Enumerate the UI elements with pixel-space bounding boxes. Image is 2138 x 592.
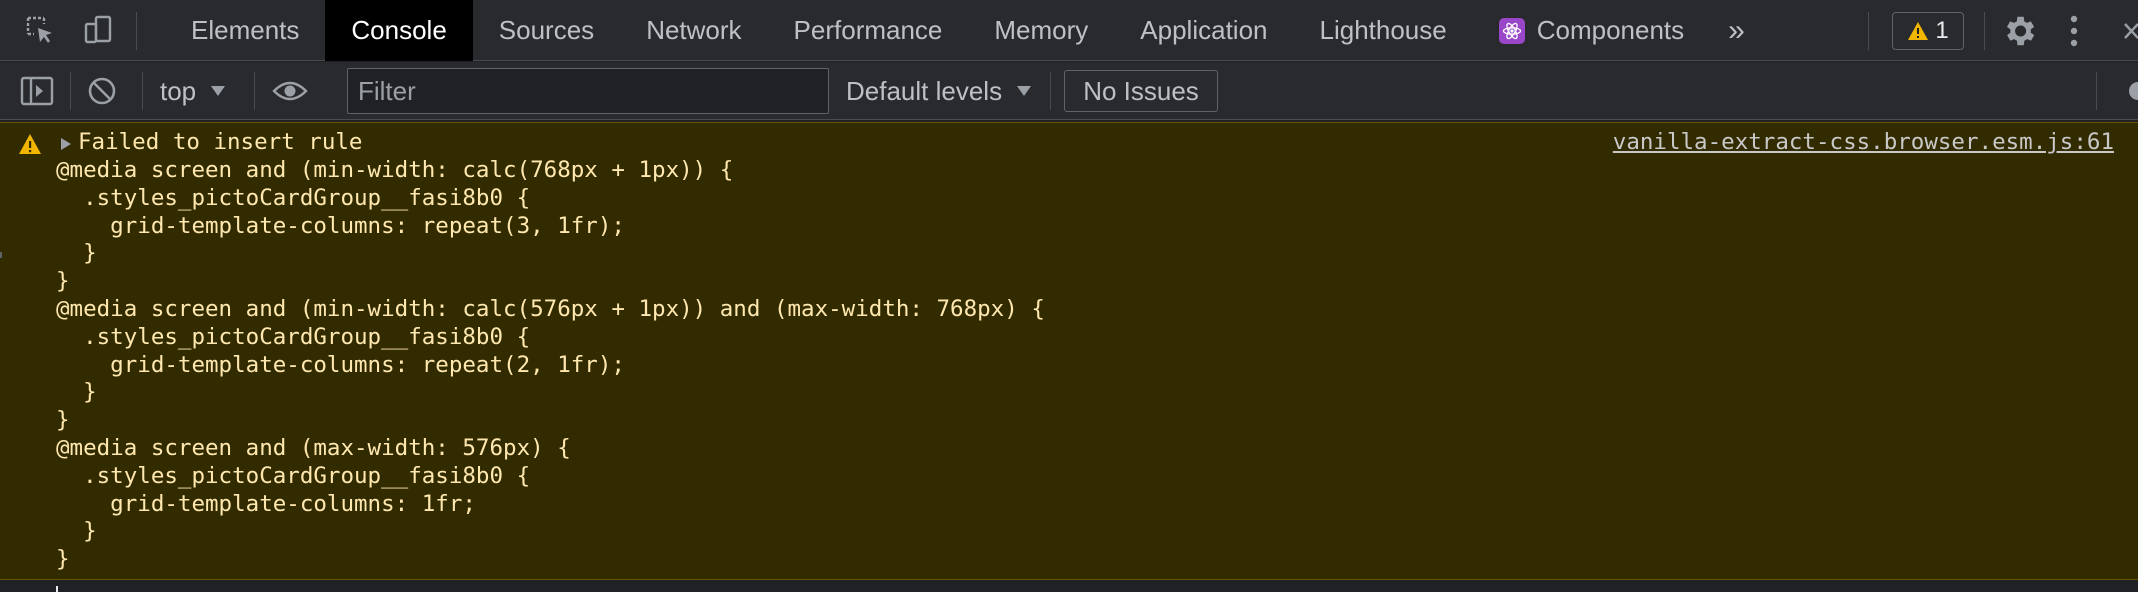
code-line: } — [56, 518, 97, 545]
warnings-counter[interactable]: 1 — [1892, 12, 1964, 50]
toolbar-divider — [136, 12, 137, 50]
source-link[interactable]: vanilla-extract-css.browser.esm.js:61 — [1613, 129, 2114, 155]
more-tabs-button[interactable]: » — [1710, 0, 1763, 61]
console-prompt[interactable] — [0, 580, 2138, 592]
code-line: grid-template-columns: 1fr; — [56, 490, 476, 517]
chevron-down-icon — [1017, 86, 1032, 96]
code-line: @media screen and (min-width: calc(768px… — [56, 157, 734, 183]
issues-button[interactable]: No Issues — [1064, 70, 1218, 112]
warnings-count: 1 — [1935, 17, 1949, 44]
toolbar-divider — [70, 72, 71, 110]
clear-console-icon[interactable] — [86, 75, 118, 107]
settings-gear-icon[interactable] — [2000, 12, 2038, 55]
react-icon — [1498, 17, 1525, 44]
code-line: .styles_pictoCardGroup__fasi8b0 { — [56, 323, 531, 350]
message-code-block: @media screen and (min-width: calc(768px… — [56, 157, 1045, 574]
console-toolbar: top Default levels No Issues — [0, 62, 2138, 120]
toolbar-divider — [142, 72, 143, 110]
code-line: } — [56, 407, 70, 434]
code-line: @media screen and (min-width: calc(576px… — [56, 295, 1045, 322]
log-levels-select[interactable]: Default levels — [846, 62, 1032, 120]
tab-lighthouse[interactable]: Lighthouse — [1294, 0, 1473, 61]
execution-context-select[interactable]: top — [160, 62, 226, 120]
device-toolbar-icon[interactable] — [78, 10, 118, 50]
warning-icon — [1908, 22, 1929, 40]
tab-memory[interactable]: Memory — [968, 0, 1114, 61]
tab-elements[interactable]: Elements — [165, 0, 325, 61]
filter-input[interactable] — [347, 68, 829, 114]
code-line: grid-template-columns: repeat(3, 1fr); — [56, 212, 625, 239]
panel-tabs: Elements Console Sources Network Perform… — [165, 0, 1763, 61]
code-line: .styles_pictoCardGroup__fasi8b0 { — [56, 462, 531, 489]
warning-icon — [18, 133, 42, 160]
toolbar-divider — [1868, 12, 1869, 50]
code-line: grid-template-columns: repeat(2, 1fr); — [56, 351, 625, 378]
tab-components-label: Components — [1536, 15, 1685, 45]
expand-triangle-icon[interactable] — [60, 137, 72, 156]
eye-icon[interactable] — [272, 77, 308, 105]
tab-performance[interactable]: Performance — [768, 0, 969, 61]
toolbar-divider — [1050, 72, 1051, 110]
code-line: } — [56, 240, 97, 267]
code-line: } — [56, 546, 70, 573]
tab-application[interactable]: Application — [1114, 0, 1293, 61]
execution-context-value: top — [160, 75, 197, 106]
close-icon[interactable] — [2124, 14, 2138, 53]
tab-network[interactable]: Network — [620, 0, 767, 61]
sidebar-toggle-icon[interactable] — [20, 75, 54, 107]
toolbar-divider — [1984, 12, 1985, 50]
toolbar-divider — [2096, 72, 2097, 110]
inspect-icon[interactable] — [20, 10, 60, 50]
devtools-tab-bar: Elements Console Sources Network Perform… — [0, 0, 2138, 61]
tab-components[interactable]: Components — [1473, 0, 1710, 61]
message-title: Failed to insert rule — [78, 129, 363, 155]
code-line: @media screen and (max-width: 576px) { — [56, 434, 571, 461]
tab-console[interactable]: Console — [325, 0, 473, 61]
tab-sources[interactable]: Sources — [473, 0, 620, 61]
prompt-caret — [56, 586, 58, 592]
toolbar-divider — [254, 72, 255, 110]
chevron-down-icon — [211, 86, 226, 96]
console-settings-icon[interactable] — [2122, 76, 2138, 106]
more-vertical-icon[interactable] — [2068, 12, 2080, 55]
code-line: .styles_pictoCardGroup__fasi8b0 { — [56, 184, 531, 211]
log-levels-label: Default levels — [846, 75, 1003, 106]
code-line: } — [56, 268, 70, 295]
code-line: } — [56, 379, 97, 406]
console-warning-message: Failed to insert rule vanilla-extract-cs… — [0, 122, 2138, 580]
gutter-tick — [0, 252, 2, 258]
